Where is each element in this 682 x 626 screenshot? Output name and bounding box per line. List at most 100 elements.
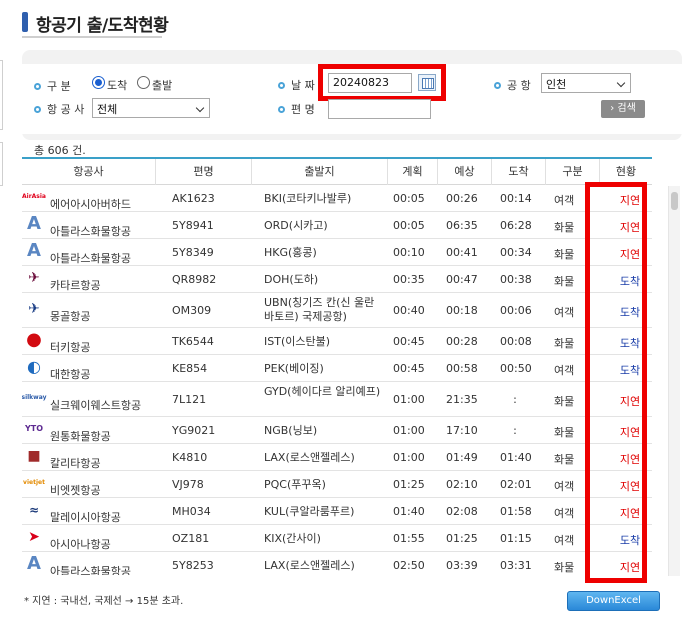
delay-footnote: * 지연 : 국내선, 국제선 → 15분 초과. (24, 596, 184, 607)
airline-name: 아틀라스화물항공 (50, 251, 131, 265)
table-row[interactable]: ✈ 카타르항공 QR8982 DOH(도하) 00:35 00:47 00:38 화물 도착 (22, 266, 652, 293)
cell-flight: 5Y8349 (172, 246, 214, 259)
download-excel-button[interactable]: DownExcel (567, 591, 660, 611)
airport-label: 공 항 (494, 77, 531, 93)
airline-name: 아시아나항공 (50, 537, 111, 551)
airline-name: 아틀라스화물항공 (50, 564, 131, 576)
col-expected: 예상 (438, 159, 492, 185)
cell-planned: 00:05 (393, 219, 425, 232)
title-marker (22, 12, 28, 32)
airline-name: 말레이시아항공 (50, 510, 121, 524)
cell-origin: UBN(칭기즈 칸(신 울란바토르) 국제공항) (264, 296, 375, 323)
chevron-down-icon (616, 78, 626, 88)
cell-planned: 01:00 (393, 393, 425, 406)
table-row[interactable]: A 아틀라스화물항공 5Y8349 HKG(홍콩) 00:10 00:41 00:34 화물 지… (22, 239, 652, 266)
airline-name: 터키항공 (50, 340, 91, 354)
cell-arrival: 00:50 (500, 362, 532, 375)
airline-label: 항 공 사 (34, 101, 84, 117)
table-scrollbar[interactable] (668, 186, 680, 576)
col-origin: 출발지 (252, 159, 388, 185)
table-row[interactable]: ≈ 말레이시아항공 MH034 KUL(쿠알라룸푸르) 01:40 02:08 01:58 여… (22, 498, 652, 525)
airline-name: 에어아시아버하드 (50, 197, 131, 211)
cell-origin: IST(이스탄불) (264, 335, 331, 348)
col-planned: 계획 (388, 159, 438, 185)
col-airline: 항공사 (22, 159, 156, 185)
cell-flight: 7L121 (172, 393, 207, 406)
cell-category: 여객 (554, 507, 575, 520)
radio-departure[interactable] (137, 76, 150, 89)
cell-expected: 03:39 (446, 559, 478, 572)
cell-origin: KIX(간사이) (264, 532, 321, 545)
table-row[interactable]: ➤ 아시아나항공 OZ181 KIX(간사이) 01:55 01:25 01:15 여객 도착 (22, 525, 652, 552)
table-row[interactable]: YTO 원통화물항공 YG9021 NGB(닝보) 01:00 17:10: 화물 지연 (22, 417, 652, 444)
cell-expected: 00:18 (446, 304, 478, 317)
airport-select[interactable]: 인천 (541, 73, 631, 93)
airline-name: 카타르항공 (50, 278, 101, 292)
table-row[interactable]: A 아틀라스화물항공 5Y8941 ORD(시카고) 00:05 06:35 06:28 화물… (22, 212, 652, 239)
cell-planned: 00:10 (393, 246, 425, 259)
atlas-logo-icon: A (27, 553, 41, 574)
cell-origin: GYD(헤이다르 알리예프) (264, 385, 381, 398)
cell-flight: K4810 (172, 451, 208, 464)
table-row[interactable]: ■ 칼리타항공 K4810 LAX(로스앤젤레스) 01:00 01:49 01:40 화물 지… (22, 444, 652, 471)
airasia-logo-icon: AirAsia (22, 193, 46, 200)
cell-planned: 00:45 (393, 335, 425, 348)
cell-planned: 01:40 (393, 505, 425, 518)
cell-arrival: 00:34 (500, 246, 532, 259)
page-title: 항공기 출/도착현황 (36, 16, 169, 36)
scrollbar-thumb[interactable] (671, 192, 678, 210)
cell-origin: LAX(로스앤젤레스) (264, 559, 355, 572)
cell-category: 여객 (554, 306, 575, 319)
kalitta-logo-icon: ■ (27, 447, 41, 464)
cell-arrival: 01:40 (500, 451, 532, 464)
chevron-down-icon (195, 103, 205, 113)
cell-arrival: 06:28 (500, 219, 532, 232)
table-row[interactable]: silkway 실크웨이웨스트항공 7L121 GYD(헤이다르 알리예프) 01:00… (22, 382, 652, 417)
table-row[interactable]: ◐ 대한항공 KE854 PEK(베이징) 00:45 00:58 00:50 여객 도착 (22, 355, 652, 382)
cell-arrival: : (513, 393, 517, 406)
cell-origin: BKI(코타키나발루) (264, 192, 352, 205)
airline-select[interactable]: 전체 (92, 98, 210, 118)
cell-arrival: 00:06 (500, 304, 532, 317)
cell-planned: 00:40 (393, 304, 425, 317)
cell-expected: 00:41 (446, 246, 478, 259)
highlight-box-status (585, 182, 647, 583)
cell-planned: 02:50 (393, 559, 425, 572)
qatar-logo-icon: ✈ (28, 269, 40, 286)
cell-category: 여객 (554, 364, 575, 377)
left-frame-edge (0, 60, 3, 130)
date-label: 날 짜 (278, 77, 315, 93)
table-row[interactable]: ● 터키항공 TK6544 IST(이스탄불) 00:45 00:28 00:08 화물 도착 (22, 328, 652, 355)
airline-name: 비엣젯항공 (50, 483, 101, 497)
atlas-logo-icon: A (27, 213, 41, 234)
table-row[interactable]: ✈ 몽골항공 OM309 UBN(칭기즈 칸(신 울란바토르) 국제공항) 00:40 0… (22, 293, 652, 328)
col-arrival: 도착 (492, 159, 546, 185)
cell-planned: 00:35 (393, 273, 425, 286)
cell-planned: 01:00 (393, 424, 425, 437)
left-frame-edge (0, 142, 3, 186)
cell-flight: MH034 (172, 505, 211, 518)
radio-departure-label[interactable]: 출발 (152, 77, 172, 93)
table-row[interactable]: A 아틀라스화물항공 5Y8253 LAX(로스앤젤레스) 02:50 03:39 03:3… (22, 552, 652, 575)
cell-planned: 00:45 (393, 362, 425, 375)
cell-origin: KUL(쿠알라룸푸르) (264, 505, 355, 518)
cell-expected: 17:10 (446, 424, 478, 437)
col-flight: 편명 (156, 159, 252, 185)
airline-name: 칼리타항공 (50, 456, 101, 470)
cell-arrival: 00:08 (500, 335, 532, 348)
cell-category: 여객 (554, 480, 575, 493)
cell-category: 화물 (554, 248, 575, 261)
type-label: 구 분 (34, 78, 71, 94)
table-row[interactable]: AirAsia 에어아시아버하드 AK1623 BKI(코타키나발루) 00:05 00:… (22, 185, 652, 212)
search-button[interactable]: › 검색 (601, 100, 645, 118)
airline-name: 대한항공 (50, 367, 91, 381)
cell-arrival: 00:14 (500, 192, 532, 205)
cell-category: 화물 (554, 395, 575, 408)
table-row[interactable]: vietjet 비엣젯항공 VJ978 PQC(푸꾸옥) 01:25 02:10 02:01… (22, 471, 652, 498)
radio-arrival-label[interactable]: 도착 (107, 77, 127, 93)
flight-input[interactable] (328, 99, 431, 119)
turkish-logo-icon: ● (26, 329, 42, 350)
cell-arrival: : (513, 424, 517, 437)
cell-arrival: 00:38 (500, 273, 532, 286)
radio-arrival[interactable] (92, 76, 105, 89)
